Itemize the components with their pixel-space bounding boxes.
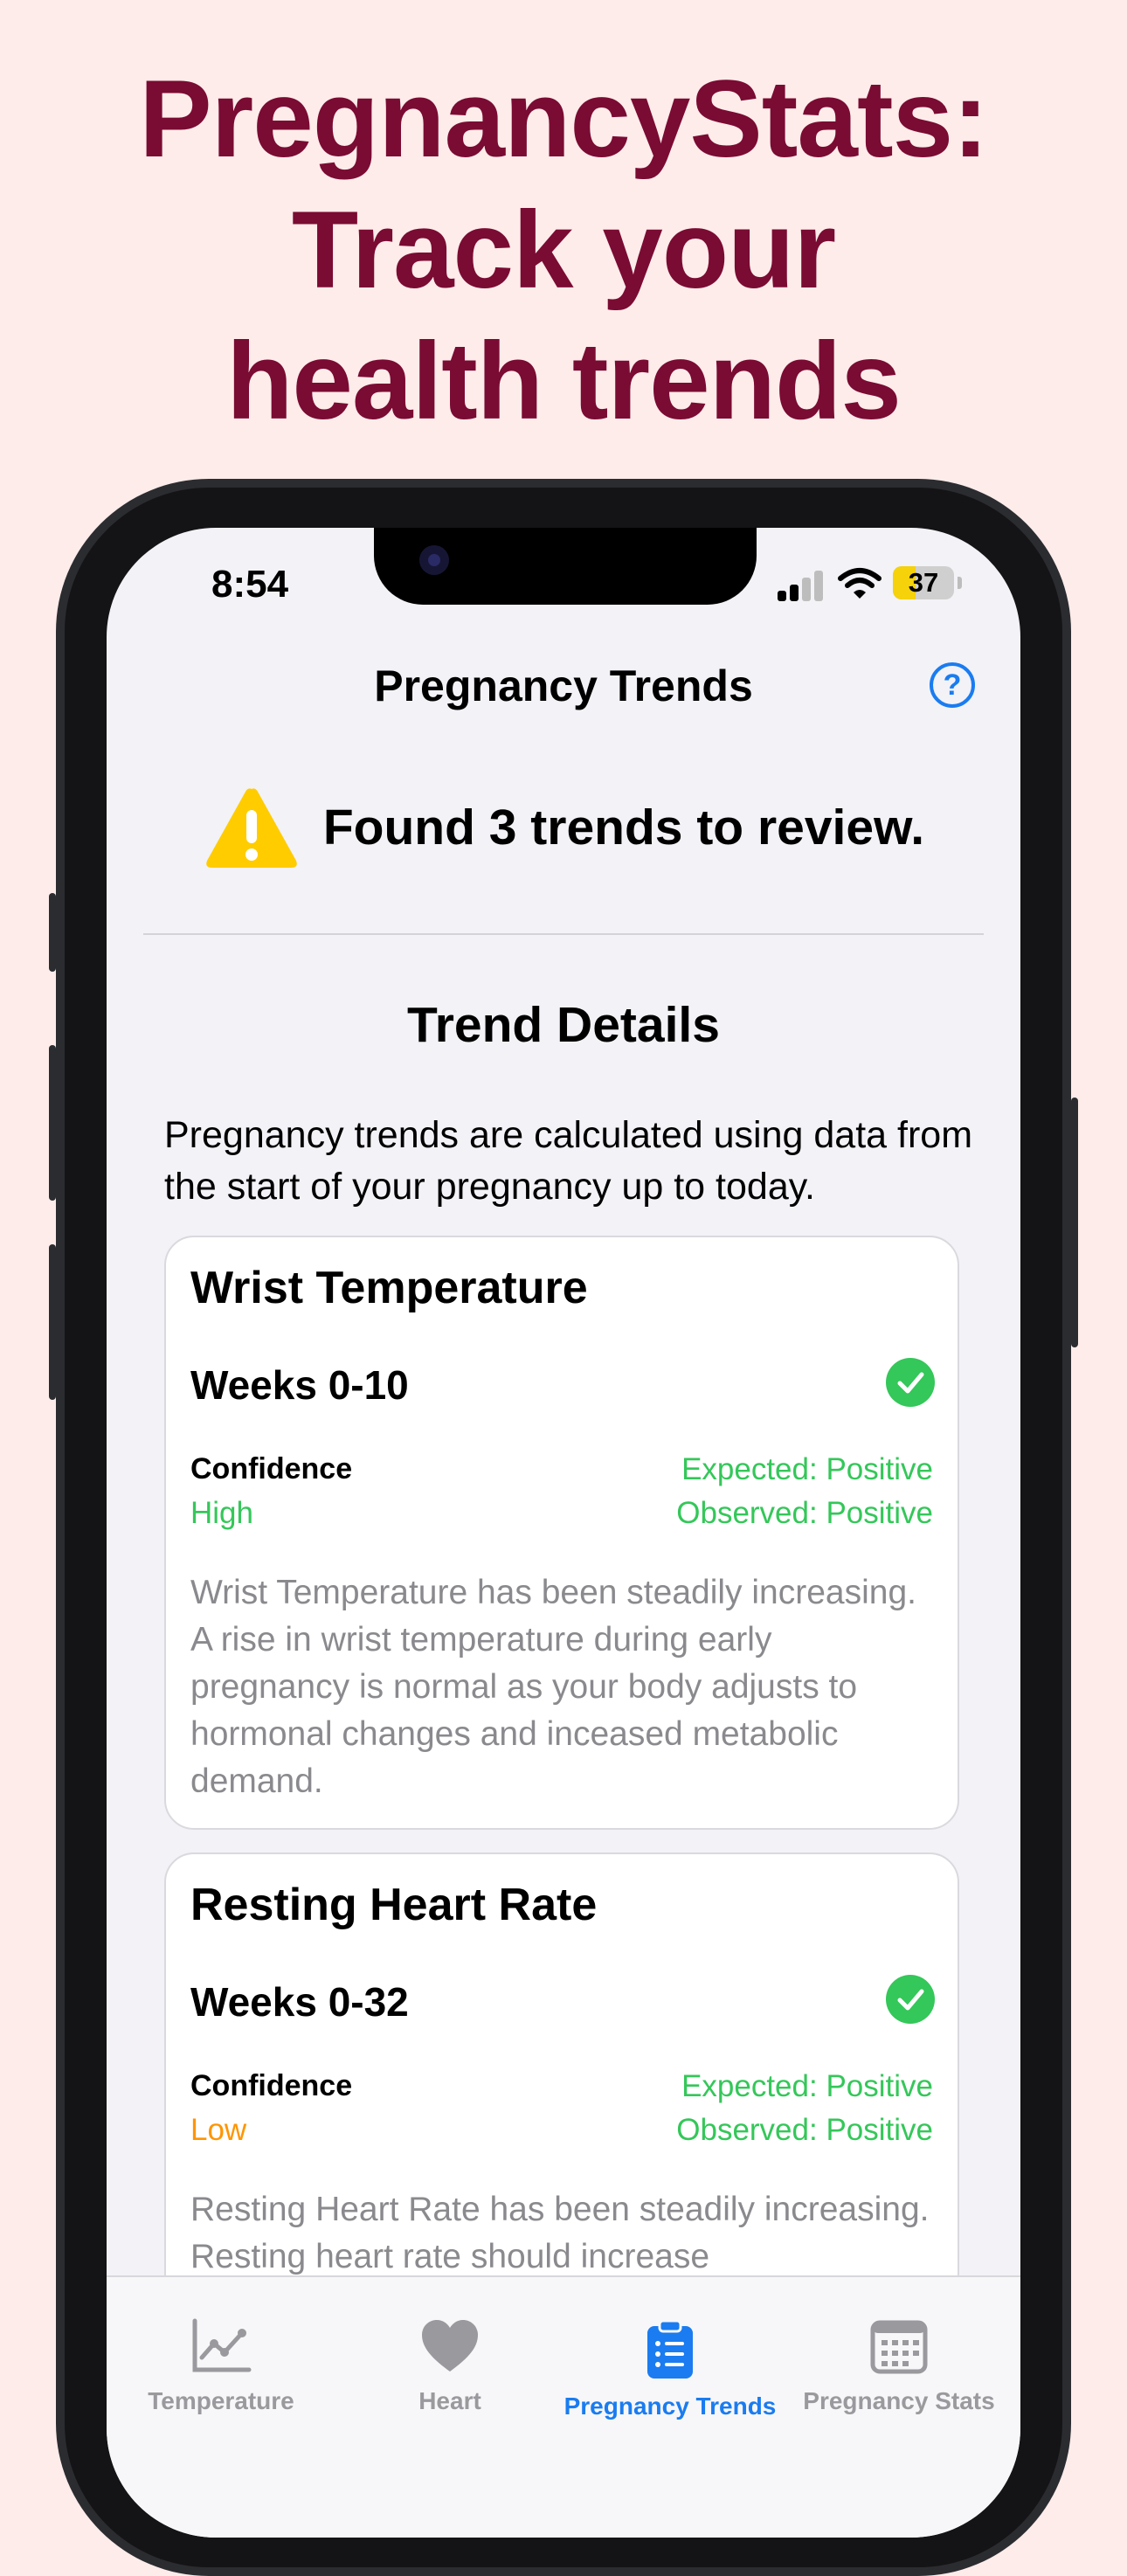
checkmark-icon — [886, 1358, 935, 1407]
cellular-signal-icon — [778, 570, 826, 601]
banner-text: Found 3 trends to review. — [322, 800, 925, 855]
side-button-power — [1071, 1098, 1078, 1347]
card-weeks: Weeks 0-32 — [190, 1979, 409, 2025]
tab-bar: Temperature Heart Pregnancy Trends Pregn… — [107, 2275, 1020, 2538]
notch — [374, 528, 757, 605]
calendar-icon — [870, 2320, 928, 2374]
battery-percent: 37 — [908, 567, 939, 598]
headline-line-2: Track your — [291, 190, 836, 311]
tab-pregnancy-stats[interactable]: Pregnancy Stats — [785, 2317, 1013, 2415]
confidence-label: Confidence — [190, 2069, 353, 2102]
trend-alert-banner: Found 3 trends to review. — [107, 779, 1020, 876]
side-button-volume-up — [49, 1045, 56, 1201]
card-description: Resting Heart Rate has been steadily inc… — [190, 2191, 930, 2275]
wifi-icon — [838, 568, 882, 599]
clipboard-list-icon — [647, 2319, 693, 2379]
card-title: Resting Heart Rate — [190, 1880, 598, 1930]
card-description: Wrist Temperature has been steadily incr… — [190, 1574, 916, 1800]
battery-icon: 37 — [893, 566, 954, 599]
side-button-mute — [49, 893, 56, 972]
expected-direction: Expected: Positive — [681, 1452, 933, 1486]
confidence-label: Confidence — [190, 1452, 353, 1485]
side-button-volume-down — [49, 1244, 56, 1400]
headline-line-1: PregnancyStats: — [139, 59, 988, 180]
trend-card-wrist-temperature[interactable]: Wrist Temperature Weeks 0-10 Confidence … — [164, 1236, 959, 1830]
expected-direction: Expected: Positive — [681, 2069, 933, 2103]
chart-line-icon — [192, 2318, 252, 2372]
heart-icon — [422, 2320, 478, 2372]
headline-line-3: health trends — [226, 321, 902, 442]
tab-label: Pregnancy Stats — [803, 2387, 995, 2414]
front-camera — [419, 545, 449, 575]
card-weeks: Weeks 0-10 — [190, 1362, 409, 1408]
confidence-value: High — [190, 1496, 253, 1530]
status-time: 8:54 — [211, 563, 289, 606]
nav-title: Pregnancy Trends — [374, 661, 753, 710]
tab-temperature[interactable]: Temperature — [107, 2317, 335, 2415]
tab-label: Heart — [418, 2387, 481, 2414]
battery-cap — [958, 577, 962, 589]
divider — [143, 933, 984, 935]
tab-label: Pregnancy Trends — [564, 2392, 777, 2420]
marketing-headline: PregnancyStats: Track your health trends — [0, 54, 1127, 447]
confidence-value: Low — [190, 2113, 247, 2147]
card-title: Wrist Temperature — [190, 1263, 588, 1313]
tab-label: Temperature — [148, 2387, 294, 2414]
observed-direction: Observed: Positive — [676, 1496, 933, 1530]
tab-pregnancy-trends[interactable]: Pregnancy Trends — [556, 2317, 785, 2420]
section-title: Trend Details — [407, 997, 720, 1053]
warning-triangle-icon — [206, 788, 297, 868]
checkmark-icon — [886, 1975, 935, 2024]
tab-heart[interactable]: Heart — [335, 2317, 564, 2415]
question-circle-icon[interactable]: ? — [930, 662, 975, 708]
section-intro: Pregnancy trends are calculated using da… — [164, 1114, 973, 1208]
observed-direction: Observed: Positive — [676, 2113, 933, 2147]
phone-screen: 8:54 37 Pregnancy Trends ? Found 3 trend… — [107, 528, 1020, 2538]
